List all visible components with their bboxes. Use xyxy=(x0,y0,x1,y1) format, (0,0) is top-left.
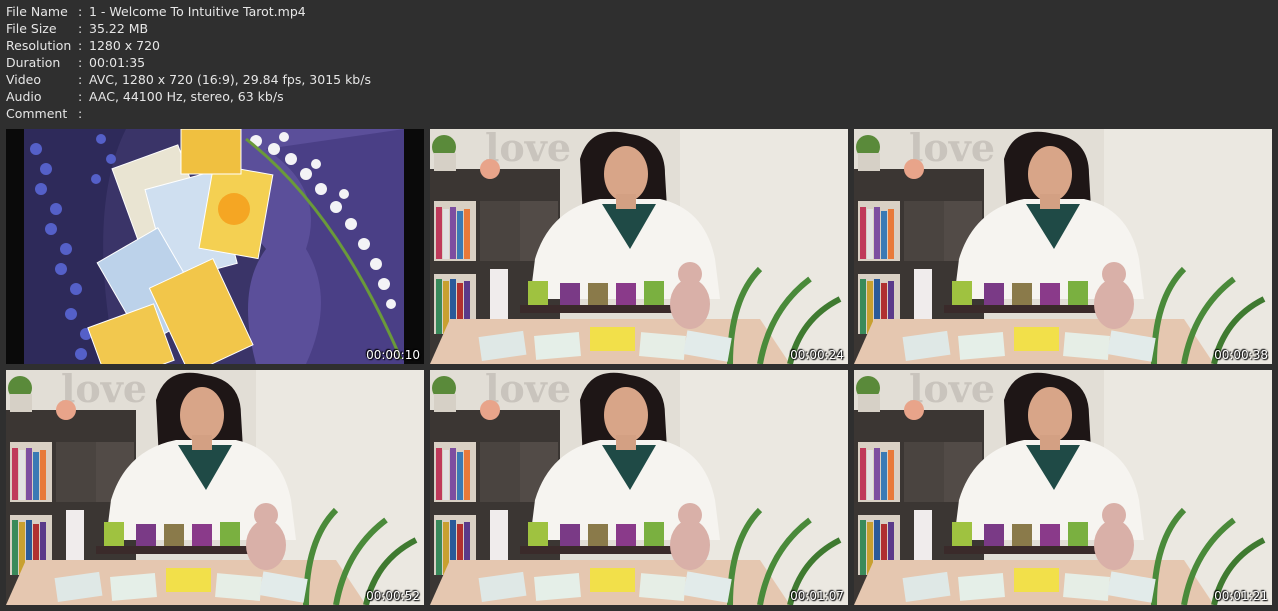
file-size-row: File Size : 35.22 MB xyxy=(6,20,371,37)
video-thumbnail[interactable]: love 00:00:52 xyxy=(6,370,424,605)
thumbnail-timestamp: 00:00:24 xyxy=(790,348,844,362)
video-thumbnail[interactable]: love 00:01:21 xyxy=(854,370,1272,605)
resolution-value: 1280 x 720 xyxy=(89,38,161,53)
resolution-row: Resolution : 1280 x 720 xyxy=(6,37,371,54)
info-label: Comment xyxy=(6,106,68,121)
presenter-frame-image: love xyxy=(6,370,424,605)
presenter-frame-image: love xyxy=(430,129,848,364)
presenter-frame-image: love xyxy=(430,370,848,605)
info-label: Video xyxy=(6,72,42,87)
video-value: AVC, 1280 x 720 (16:9), 29.84 fps, 3015 … xyxy=(89,72,371,87)
thumbnail-timestamp: 00:00:10 xyxy=(366,348,420,362)
video-thumbnail[interactable]: love 00:01:07 xyxy=(430,370,848,605)
info-label: Duration xyxy=(6,55,61,70)
file-name-row: File Name : 1 - Welcome To Intuitive Tar… xyxy=(6,3,371,20)
info-separator: : xyxy=(78,72,83,87)
info-label: File Name xyxy=(6,4,68,19)
duration-row: Duration : 00:01:35 xyxy=(6,54,371,71)
info-label: File Size xyxy=(6,21,57,36)
audio-value: AAC, 44100 Hz, stereo, 63 kb/s xyxy=(89,89,284,104)
file-info-panel: File Name : 1 - Welcome To Intuitive Tar… xyxy=(6,3,371,122)
info-label: Audio xyxy=(6,89,42,104)
comment-row: Comment : xyxy=(6,105,371,122)
presenter-frame-image: love xyxy=(854,370,1272,605)
thumbnail-timestamp: 00:01:21 xyxy=(1214,589,1268,603)
thumbnail-timestamp: 00:00:38 xyxy=(1214,348,1268,362)
tarot-cards-frame-image xyxy=(6,129,424,364)
video-thumbnail[interactable]: love 00:00:24 xyxy=(430,129,848,364)
duration-value: 00:01:35 xyxy=(89,55,146,70)
thumbnail-timestamp: 00:01:07 xyxy=(790,589,844,603)
presenter-frame-image: love xyxy=(854,129,1272,364)
video-row: Video : AVC, 1280 x 720 (16:9), 29.84 fp… xyxy=(6,71,371,88)
audio-row: Audio : AAC, 44100 Hz, stereo, 63 kb/s xyxy=(6,88,371,105)
info-separator: : xyxy=(78,106,83,121)
info-separator: : xyxy=(78,89,83,104)
video-thumbnail[interactable]: love 00:00:38 xyxy=(854,129,1272,364)
info-separator: : xyxy=(78,55,83,70)
info-separator: : xyxy=(78,4,83,19)
file-size-value: 35.22 MB xyxy=(89,21,149,36)
file-name-value: 1 - Welcome To Intuitive Tarot.mp4 xyxy=(89,4,306,19)
info-label: Resolution xyxy=(6,38,72,53)
info-separator: : xyxy=(78,38,83,53)
thumbnail-timestamp: 00:00:52 xyxy=(366,589,420,603)
video-thumbnail[interactable]: 00:00:10 xyxy=(6,129,424,364)
info-separator: : xyxy=(78,21,83,36)
